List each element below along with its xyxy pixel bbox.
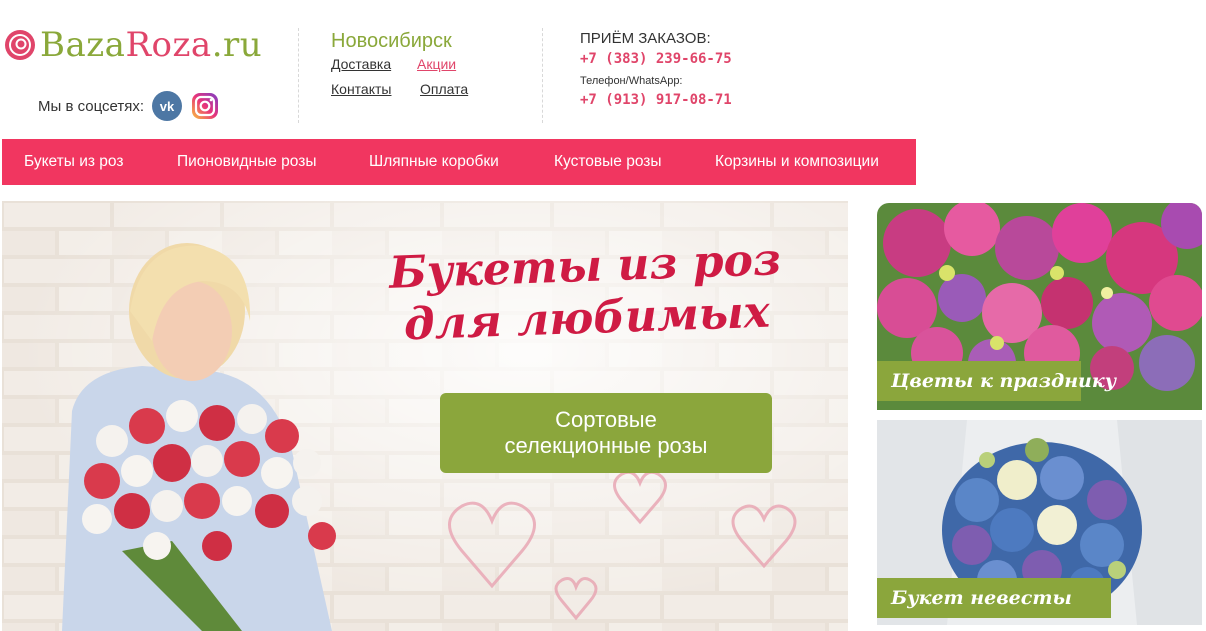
tile-bridal-bouquet[interactable]: Букет невесты	[877, 420, 1202, 625]
site-logo[interactable]: BazaRoza.ru	[4, 28, 262, 62]
link-payment[interactable]: Оплата	[420, 81, 468, 97]
menu-item-rose-bouquets[interactable]: Букеты из роз	[24, 139, 123, 185]
phone-whatsapp[interactable]: +7 (913) 917-08-71	[580, 92, 732, 108]
link-promotions[interactable]: Акции	[417, 56, 456, 72]
city-selector[interactable]: Новосибирск	[331, 30, 452, 53]
phone-main[interactable]: +7 (383) 239-66-75	[580, 51, 732, 67]
tile-holiday-flowers[interactable]: Цветы к празднику	[877, 203, 1202, 410]
hero-banner[interactable]: Букеты из роз для любимых Сортовые селек…	[2, 201, 848, 631]
instagram-icon[interactable]	[190, 91, 220, 121]
header-divider	[542, 28, 543, 123]
banner-title: Букеты из роз для любимых	[388, 234, 782, 351]
header-divider	[298, 28, 299, 123]
tile-label-bridal: Букет невесты	[877, 578, 1111, 618]
link-contacts[interactable]: Контакты	[331, 81, 391, 97]
social-label: Мы в соцсетях:	[38, 97, 145, 115]
menu-item-spray-roses[interactable]: Кустовые розы	[554, 139, 662, 185]
rose-logo-icon	[5, 30, 35, 60]
tile-label-holiday: Цветы к празднику	[877, 361, 1116, 401]
main-menu: Букеты из роз Пионовидные розы Шляпные к…	[2, 139, 916, 185]
banner-cta-button[interactable]: Сортовые селекционные розы	[440, 393, 772, 473]
logo-text: BazaRoza.ru	[40, 25, 263, 65]
orders-title: ПРИЁМ ЗАКАЗОВ:	[580, 30, 711, 47]
menu-item-baskets[interactable]: Корзины и композиции	[715, 139, 879, 185]
social-links: Мы в соцсетях: vk	[38, 91, 220, 121]
menu-item-peony-roses[interactable]: Пионовидные розы	[177, 139, 316, 185]
vk-icon[interactable]: vk	[152, 91, 183, 121]
menu-item-hat-boxes[interactable]: Шляпные коробки	[369, 139, 499, 185]
link-delivery[interactable]: Доставка	[331, 56, 391, 72]
phone-whatsapp-label: Телефон/WhatsApp:	[580, 75, 683, 87]
